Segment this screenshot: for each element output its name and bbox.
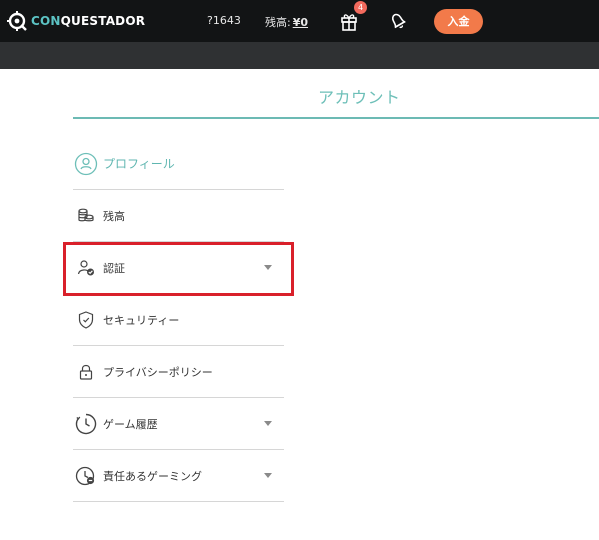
chevron-down-icon[interactable] [264, 473, 272, 478]
responsible-gaming-icon [73, 463, 99, 489]
brand-name: CONQUESTADOR [31, 14, 146, 28]
chevron-down-icon[interactable] [264, 421, 272, 426]
header-balance[interactable]: 残高: ¥0 [265, 14, 308, 30]
menu-label-responsible-gaming: 責任あるゲーミング [103, 469, 202, 483]
balance-amount[interactable]: ¥0 [293, 16, 308, 29]
menu-label-balance: 残高 [103, 209, 125, 223]
bell-icon[interactable] [387, 10, 409, 32]
deposit-button[interactable]: 入金 [434, 9, 483, 34]
menu-item-balance[interactable]: 残高 [73, 190, 284, 242]
menu-label-profile: プロフィール [103, 157, 175, 171]
menu-label-privacy-policy: プライバシーポリシー [103, 365, 213, 379]
page-title: アカウント [318, 88, 401, 107]
balance-label: 残高: [265, 16, 291, 29]
menu-label-security: セキュリティー [103, 313, 180, 327]
menu-item-security[interactable]: セキュリティー [73, 294, 284, 346]
title-divider [73, 117, 599, 119]
shield-icon [73, 307, 99, 333]
menu-label-game-history: ゲーム履歴 [103, 417, 158, 431]
coins-icon [73, 203, 99, 229]
highlight-box [63, 242, 294, 296]
menu-item-profile[interactable]: プロフィール [73, 138, 284, 190]
account-menu: プロフィール 残高 認証 セキュリティー プライバシーポリシー ゲーム履歴 責任… [73, 138, 284, 502]
top-navigation-bar: CONQUESTADOR ?1643 残高: ¥0 4 入金 [0, 0, 599, 42]
gift-count-badge: 4 [354, 1, 367, 14]
user-id: ?1643 [207, 14, 241, 27]
clock-icon [73, 411, 99, 437]
gift-icon[interactable] [339, 10, 359, 32]
lock-icon [73, 359, 99, 385]
secondary-bar [0, 42, 599, 69]
profile-icon [73, 151, 99, 177]
compass-logo-icon [7, 11, 27, 31]
menu-item-game-history[interactable]: ゲーム履歴 [73, 398, 284, 450]
menu-item-privacy-policy[interactable]: プライバシーポリシー [73, 346, 284, 398]
menu-item-responsible-gaming[interactable]: 責任あるゲーミング [73, 450, 284, 502]
brand-logo[interactable]: CONQUESTADOR [6, 9, 145, 33]
